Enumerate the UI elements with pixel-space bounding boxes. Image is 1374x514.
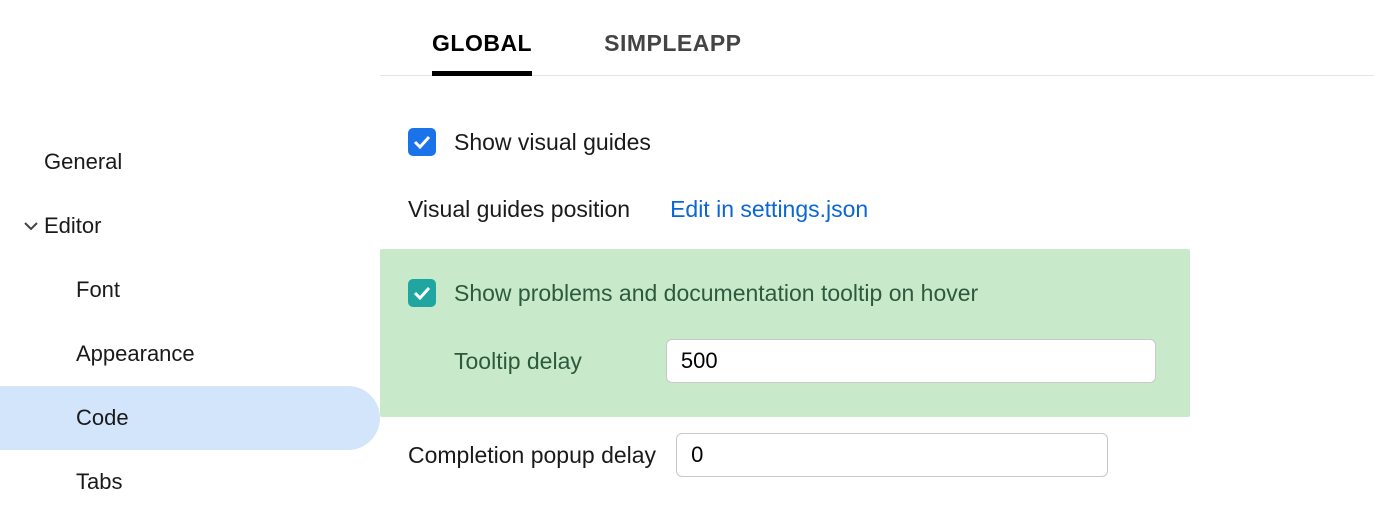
tabs: GLOBAL SIMPLEAPP xyxy=(380,20,1374,76)
setting-label: Visual guides position xyxy=(408,196,630,223)
tab-label: SIMPLEAPP xyxy=(604,30,741,56)
checkbox-show-visual-guides[interactable] xyxy=(408,128,436,156)
sidebar-item-label: Font xyxy=(76,277,120,303)
setting-label: Tooltip delay xyxy=(454,348,582,375)
setting-visual-guides-position: Visual guides position Edit in settings.… xyxy=(380,168,1374,223)
main-content: GLOBAL SIMPLEAPP Show visual guides Visu… xyxy=(380,0,1374,508)
highlighted-settings-block: Show problems and documentation tooltip … xyxy=(380,249,1190,417)
setting-completion-popup-delay: Completion popup delay xyxy=(380,417,1374,477)
setting-label: Show visual guides xyxy=(454,129,651,156)
setting-show-tooltip: Show problems and documentation tooltip … xyxy=(380,267,1190,319)
checkbox-show-tooltip[interactable] xyxy=(408,279,436,307)
sidebar-item-tabs[interactable]: Tabs xyxy=(0,450,380,514)
tab-global[interactable]: GLOBAL xyxy=(432,20,532,75)
settings-area: Show visual guides Visual guides positio… xyxy=(380,76,1374,477)
sidebar: General Editor Font Appearance Code Tabs xyxy=(0,0,380,508)
sidebar-item-label: Appearance xyxy=(76,341,195,367)
sidebar-item-label: Code xyxy=(76,405,129,431)
tab-label: GLOBAL xyxy=(432,30,532,56)
sidebar-item-code[interactable]: Code xyxy=(0,386,380,450)
sidebar-item-label: Tabs xyxy=(76,469,122,495)
sidebar-item-font[interactable]: Font xyxy=(0,258,380,322)
edit-in-settings-link[interactable]: Edit in settings.json xyxy=(670,196,868,223)
check-icon xyxy=(413,286,431,300)
sidebar-item-label: General xyxy=(44,149,122,175)
check-icon xyxy=(413,135,431,149)
setting-tooltip-delay: Tooltip delay xyxy=(380,319,1190,395)
sidebar-item-general[interactable]: General xyxy=(0,130,380,194)
setting-label: Completion popup delay xyxy=(408,442,656,469)
setting-label: Show problems and documentation tooltip … xyxy=(454,280,978,307)
setting-show-visual-guides: Show visual guides xyxy=(380,116,1374,168)
sidebar-item-label: Editor xyxy=(44,213,101,239)
tab-simpleapp[interactable]: SIMPLEAPP xyxy=(604,20,741,75)
sidebar-item-appearance[interactable]: Appearance xyxy=(0,322,380,386)
sidebar-item-editor[interactable]: Editor xyxy=(0,194,380,258)
completion-popup-delay-input[interactable] xyxy=(676,433,1108,477)
chevron-down-icon xyxy=(20,215,42,237)
tooltip-delay-input[interactable] xyxy=(666,339,1156,383)
